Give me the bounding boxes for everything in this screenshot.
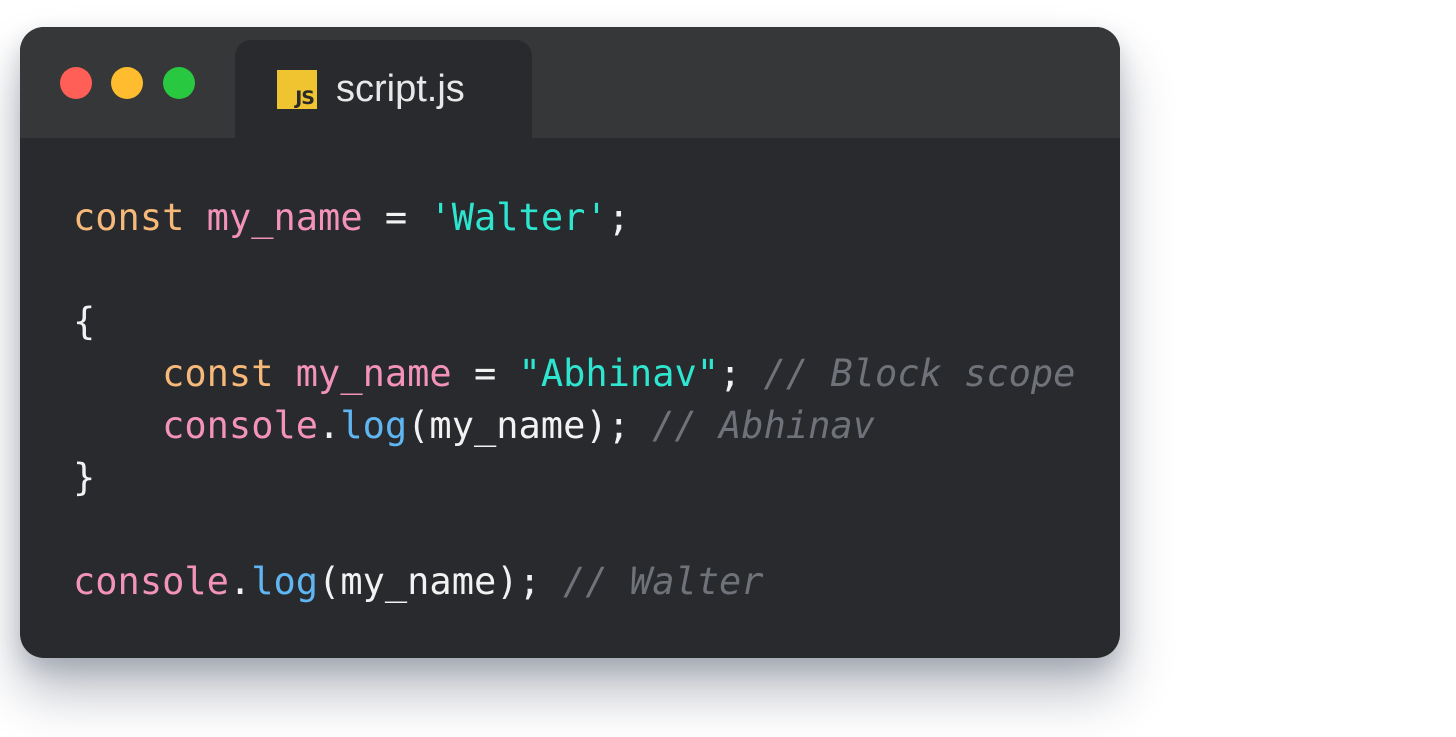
- minimize-window-button[interactable]: [111, 67, 143, 99]
- code-line: console.log(my_name); // Abhinav: [73, 400, 1075, 452]
- code-line: {: [73, 296, 1075, 348]
- code-token: // Block scope: [763, 352, 1076, 395]
- code-line: console.log(my_name); // Walter: [73, 556, 1075, 608]
- javascript-file-icon: JS: [277, 70, 317, 109]
- title-bar: JS script.js: [20, 27, 1120, 138]
- code-token: "Abhinav": [518, 352, 720, 395]
- code-token: 'Walter': [429, 196, 608, 239]
- code-token: ;: [719, 352, 764, 395]
- code-token: const: [162, 352, 274, 395]
- code-token: // Abhinav: [652, 404, 875, 447]
- code-line: }: [73, 452, 1075, 504]
- code-token: my_name: [206, 196, 363, 239]
- code-token: }: [73, 456, 96, 499]
- code-token: .: [228, 560, 252, 603]
- tab-script-js[interactable]: JS script.js: [235, 40, 532, 138]
- editor-window: JS script.js const my_name = 'Walter';​{…: [20, 27, 1120, 658]
- tab-label: script.js: [336, 68, 465, 110]
- zoom-window-button[interactable]: [163, 67, 195, 99]
- code-token: .: [318, 404, 341, 447]
- code-token: console: [162, 404, 319, 447]
- code-token: log: [251, 560, 319, 603]
- code-token: console: [73, 560, 229, 603]
- javascript-file-icon-label: JS: [295, 87, 315, 109]
- close-window-button[interactable]: [60, 67, 92, 99]
- code-token: =: [362, 196, 430, 239]
- code-line: const my_name = "Abhinav"; // Block scop…: [73, 348, 1075, 400]
- code-token: my_name: [295, 352, 452, 395]
- code-token: ;: [607, 196, 630, 239]
- code-token: log: [340, 404, 408, 447]
- code-line: ​: [73, 244, 1075, 296]
- code-token: const: [73, 196, 185, 239]
- code-token: =: [451, 352, 519, 395]
- code-token: {: [73, 300, 96, 343]
- code-line: const my_name = 'Walter';: [73, 192, 1075, 244]
- code-area[interactable]: const my_name = 'Walter';​{ const my_nam…: [73, 192, 1075, 608]
- code-token: // Walter: [563, 560, 764, 603]
- code-line: ​: [73, 504, 1075, 556]
- code-token: (my_name);: [407, 404, 653, 447]
- code-token: (my_name);: [318, 560, 564, 603]
